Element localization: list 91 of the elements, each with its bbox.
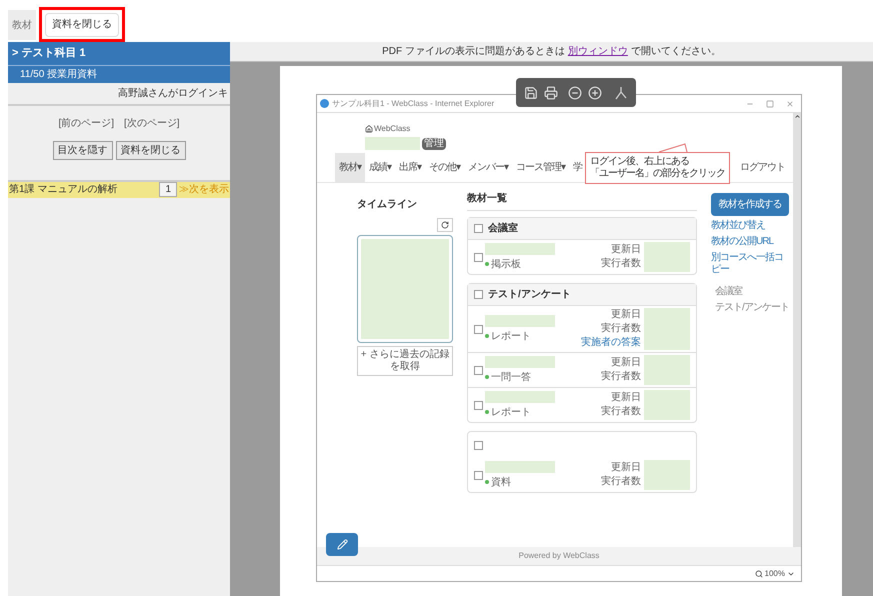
group-title: テスト/アンケート — [488, 288, 571, 302]
redaction-block — [365, 137, 420, 150]
materials-title: 教材一覧 — [467, 191, 697, 211]
category-link[interactable]: テスト/アンケート — [715, 302, 789, 314]
material-type: 一問一答 — [491, 370, 531, 384]
field-label: 更新日 — [611, 357, 641, 369]
group-title: 会議室 — [488, 221, 518, 236]
checkbox[interactable] — [474, 290, 483, 299]
field-label: 更新日 — [611, 462, 641, 474]
scroll-up-icon[interactable] — [794, 113, 800, 120]
nav-menu-item[interactable]: 成績▾ — [365, 153, 395, 182]
redaction-block — [485, 356, 555, 368]
pencil-icon — [336, 539, 348, 550]
field-label: 実行者数 — [601, 323, 641, 335]
redaction-block — [485, 390, 555, 402]
action-link[interactable]: 別コースへ一括コピー — [711, 252, 789, 276]
chapter-row[interactable]: 第1課 マニュアルの解析 1 ≫次を表示 — [8, 180, 230, 198]
course-title: > テスト科目 1 — [8, 42, 230, 66]
field-label: 更新日 — [611, 244, 641, 256]
checkbox[interactable] — [474, 366, 483, 374]
redaction-block — [644, 242, 690, 272]
timeline-title: タイムライン — [357, 198, 418, 212]
sidebar-button[interactable]: 資料を閉じる — [116, 140, 186, 160]
action-link[interactable]: 教材並び替え — [711, 220, 789, 232]
checkbox[interactable] — [474, 400, 483, 410]
redaction-block — [644, 308, 690, 350]
field-label: 実行者数 — [601, 406, 641, 418]
nav-menu-item[interactable]: コース管理▾ — [512, 153, 569, 182]
callout-text: 「ユーザー名」の部分をクリック — [590, 168, 725, 180]
notice-text: PDF ファイルの表示に問題があるときは — [382, 44, 565, 59]
checkbox[interactable] — [474, 252, 483, 262]
sidebar-button[interactable]: 目次を隠す — [52, 140, 112, 160]
page-number-box[interactable]: 1 — [159, 182, 177, 197]
zoom-icon[interactable] — [754, 570, 763, 578]
answers-link[interactable]: 実施者の答案 — [581, 337, 641, 349]
print-icon[interactable] — [544, 86, 558, 100]
redaction-block — [485, 242, 555, 254]
nav-menu-item[interactable]: メンバー▾ — [464, 153, 512, 182]
ribbon-logo-icon[interactable] — [614, 86, 628, 100]
field-label: 実行者数 — [601, 258, 641, 270]
material-type: 掲示板 — [491, 258, 521, 272]
previous-page-link[interactable]: [前のページ] — [58, 116, 114, 130]
redaction-block — [485, 314, 555, 326]
field-label: 実行者数 — [601, 476, 641, 488]
scrollbar[interactable] — [793, 113, 801, 547]
edit-button[interactable] — [326, 533, 358, 556]
redaction-block — [485, 460, 555, 472]
new-window-link[interactable]: 別ウィンドウ — [568, 44, 628, 59]
close-material-button[interactable]: 資料を閉じる — [45, 12, 119, 36]
redaction-block — [644, 355, 690, 385]
nav-menu-item[interactable]: 教材▾ — [335, 153, 365, 182]
zoom-in-icon[interactable] — [588, 86, 602, 100]
notice-text: で開いてください。 — [630, 45, 721, 59]
browser-icon — [320, 99, 329, 108]
callout-text: ログイン後、右上にある — [590, 156, 690, 168]
chapter-title: 第1課 マニュアルの解析 — [9, 182, 118, 197]
footer-text: Powered by WebClass — [518, 550, 600, 562]
nav-menu-item[interactable]: 出席▾ — [395, 153, 425, 182]
checkbox[interactable] — [474, 324, 483, 334]
window-title: サンプル科目1 - WebClass - Internet Explorer — [332, 98, 494, 110]
material-type: レポート — [491, 406, 531, 420]
zoom-level[interactable]: 100% — [764, 568, 785, 580]
course-subtitle: 11/50 授業用資料 — [19, 68, 98, 82]
field-label: 実行者数 — [601, 371, 641, 383]
close-icon[interactable] — [786, 100, 794, 108]
save-icon[interactable] — [524, 86, 538, 100]
nav-menu-item[interactable]: その他▾ — [425, 153, 464, 182]
home-icon[interactable] — [365, 125, 373, 133]
zoom-out-icon[interactable] — [568, 86, 582, 100]
logout-link[interactable]: ログアウト — [740, 160, 785, 175]
nav-menu-item[interactable]: 学 — [569, 153, 586, 182]
refresh-icon — [441, 221, 449, 229]
category-link[interactable]: 会議室 — [715, 286, 789, 298]
checkbox[interactable] — [474, 470, 483, 480]
next-page-link[interactable]: [次のページ] — [124, 116, 180, 130]
material-type: レポート — [491, 330, 531, 344]
maximize-icon[interactable] — [766, 100, 774, 108]
redaction-block — [644, 390, 690, 420]
admin-badge: 管理 — [422, 138, 446, 150]
checkbox[interactable] — [474, 224, 483, 233]
field-label: 更新日 — [611, 309, 641, 321]
refresh-button[interactable] — [437, 218, 453, 232]
load-more-button[interactable]: + さらに過去の記録を取得 — [357, 346, 453, 376]
create-material-button[interactable]: 教材を作成する — [711, 193, 789, 216]
tab[interactable]: 教材 — [8, 10, 36, 40]
action-link[interactable]: 教材の公開URL — [711, 236, 789, 248]
redaction-block — [644, 460, 690, 490]
field-label: 更新日 — [611, 392, 641, 404]
material-type: 資料 — [491, 476, 511, 490]
site-name[interactable]: WebClass — [374, 123, 410, 135]
checkbox[interactable] — [474, 441, 483, 450]
